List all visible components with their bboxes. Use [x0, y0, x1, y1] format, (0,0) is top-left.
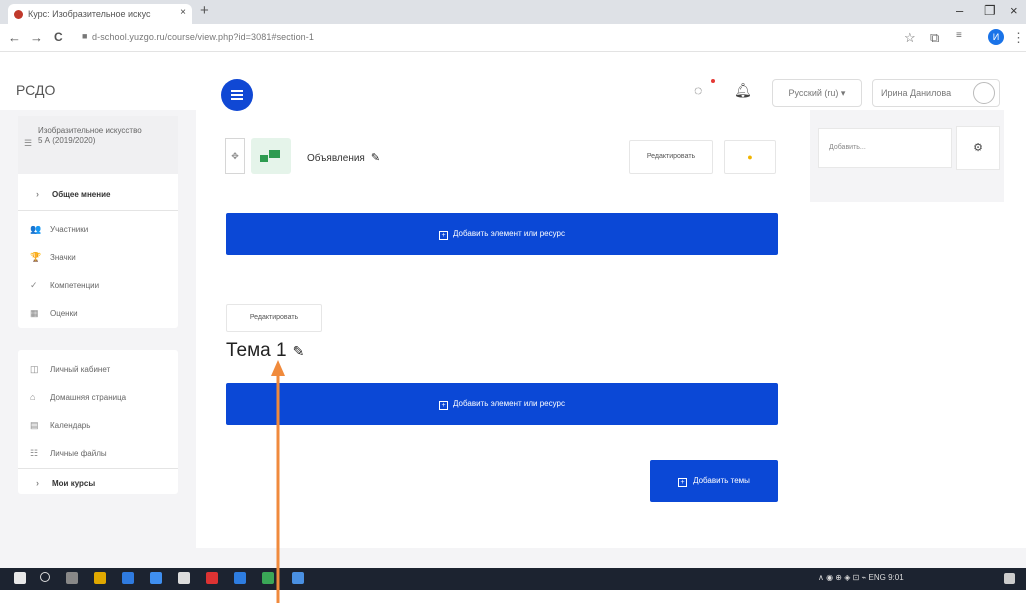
add-activity-button-topic1[interactable]: + Добавить элемент или ресурс [226, 383, 778, 425]
browser-profile-icon[interactable]: И [988, 29, 1004, 45]
plus-square-icon: + [678, 478, 688, 487]
minimize-icon[interactable]: – [956, 3, 963, 18]
course-nav-current[interactable]: ☰ Изобразительное искусство 5 А (2019/20… [18, 116, 178, 174]
site-favicon-icon [14, 10, 23, 19]
add-activity-button[interactable]: + Добавить элемент или ресурс [226, 213, 778, 255]
nav-drawer: ☰ Изобразительное искусство 5 А (2019/20… [0, 110, 196, 568]
reload-icon[interactable]: C [54, 30, 63, 44]
back-icon[interactable]: ← [8, 30, 21, 45]
file-explorer-icon[interactable] [94, 572, 106, 584]
taskbar-app-icon[interactable] [234, 572, 246, 584]
annotation-arrow [271, 360, 285, 603]
chevron-right-icon: › [36, 478, 39, 488]
drawer-toggle-button[interactable] [221, 79, 253, 111]
taskbar-app-icon[interactable] [206, 572, 218, 584]
add-block-panel: Добавить... ⚙ [810, 110, 1004, 202]
page-bottom [0, 590, 1026, 603]
taskbar-app-icon[interactable] [292, 572, 304, 584]
drawer-item-dashboard[interactable]: ◫ Личный кабинет [30, 364, 110, 375]
drawer-item-calendar[interactable]: ▤ Календарь [30, 420, 90, 431]
drawer-item-general[interactable]: › Общее мнение [36, 189, 110, 199]
gear-icon[interactable]: ⚙ [956, 126, 1000, 170]
drawer-item-my-courses[interactable]: › Мои курсы [36, 478, 95, 488]
move-handle-icon[interactable]: ✥ [225, 138, 245, 174]
edit-name-icon[interactable]: ✎ [371, 152, 380, 164]
drawer-item-grades[interactable]: ▦ Оценки [30, 308, 78, 319]
course-icon: ☰ [24, 138, 33, 148]
activity-row-announcements: ✥ Объявления ✎ Редактировать ● [225, 133, 777, 185]
site-nav-card: ◫ Личный кабинет ⌂ Домашняя страница ▤ Кале… [18, 350, 178, 494]
messages-icon[interactable]: ◌ [694, 82, 702, 98]
browser-tab-bar: Курс: Изобразительное искус × + – ❐ × [0, 0, 1026, 24]
chevron-right-icon: › [36, 189, 39, 199]
notifications-icon[interactable] [1004, 573, 1015, 584]
taskbar-app-icon[interactable] [122, 572, 134, 584]
address-bar: ← → C ■ d-school.yuzgo.ru/course/view.ph… [0, 24, 1026, 52]
new-tab-icon[interactable]: + [200, 2, 209, 19]
badges-icon: 🏆 [30, 252, 42, 262]
browser-menu-icon[interactable]: ⋮ [1012, 30, 1025, 46]
activity-edit-button[interactable]: Редактировать [629, 140, 713, 174]
course-nav-card: ☰ Изобразительное искусство 5 А (2019/20… [18, 116, 178, 328]
user-name: Ирина Данилова [881, 88, 952, 98]
calendar-icon: ▤ [30, 420, 39, 430]
edit-topic-icon[interactable]: ✎ [293, 343, 305, 359]
avatar [973, 82, 995, 104]
add-block-select[interactable]: Добавить... [818, 128, 952, 168]
tab-title: Курс: Изобразительное искус [28, 9, 151, 19]
browser-tab[interactable]: Курс: Изобразительное искус × [8, 4, 192, 24]
files-icon: ☷ [30, 448, 39, 458]
url-field[interactable]: d-school.yuzgo.ru/course/view.php?id=308… [92, 32, 314, 42]
page-footer [0, 548, 1026, 568]
language-menu[interactable]: Русский (ru) ▾ [772, 79, 862, 107]
task-view-icon[interactable] [66, 572, 78, 584]
competencies-icon: ✓ [30, 280, 38, 290]
search-icon[interactable] [40, 572, 50, 582]
os-taskbar: ∧ ◉ ⊕ ◈ ⊡ ⌁ ENG 9:01 [0, 568, 1026, 590]
extensions-icon[interactable]: ⧉ [930, 30, 939, 46]
taskbar-app-icon[interactable] [150, 572, 162, 584]
drawer-item-files[interactable]: ☷ Личные файлы [30, 448, 107, 459]
lock-icon: ■ [82, 31, 88, 41]
tab-close-icon[interactable]: × [180, 7, 186, 18]
forum-icon [251, 138, 291, 174]
drawer-item-badges[interactable]: 🏆 Значки [30, 252, 76, 263]
bookmark-star-icon[interactable]: ☆ [904, 30, 916, 46]
forward-icon[interactable]: → [30, 30, 43, 45]
course-name: Изобразительное искусство 5 А (2019/2020… [38, 126, 142, 145]
user-menu[interactable]: Ирина Данилова [872, 79, 1000, 107]
taskbar-app-icon[interactable] [178, 572, 190, 584]
drawer-item-competencies[interactable]: ✓ Компетенции [30, 280, 99, 291]
windows-start-icon[interactable] [14, 572, 26, 584]
drawer-item-home[interactable]: ⌂ Домашняя страница [30, 392, 126, 402]
reading-list-icon[interactable]: ≡ [956, 30, 962, 41]
dashboard-icon: ◫ [30, 364, 39, 374]
hamburger-icon [231, 90, 243, 92]
add-topics-button[interactable]: + Добавить темы [650, 460, 778, 502]
grades-icon: ▦ [30, 308, 39, 318]
annotation-arrow-head [271, 360, 285, 376]
participants-icon: 👥 [30, 224, 42, 234]
topic-edit-button[interactable]: Редактировать [226, 304, 322, 332]
bell-icon[interactable]: 🔔︎ [734, 82, 752, 99]
site-navbar: РСДО ◌ 🔔︎ Русский (ru) ▾ Ирина Данилова [0, 52, 1026, 111]
notification-dot [711, 79, 715, 83]
maximize-icon[interactable]: ❐ [984, 3, 996, 19]
plus-square-icon: + [439, 401, 449, 410]
divider [18, 468, 178, 469]
topic-title: Тема 1 ✎ [226, 340, 305, 361]
divider [18, 210, 178, 211]
plus-square-icon: + [439, 231, 449, 240]
system-tray[interactable]: ∧ ◉ ⊕ ◈ ⊡ ⌁ ENG 9:01 [818, 573, 904, 582]
drawer-item-participants[interactable]: 👥 Участники [30, 224, 88, 235]
activity-name[interactable]: Объявления ✎ [307, 151, 380, 164]
close-window-icon[interactable]: × [1010, 3, 1018, 18]
home-icon: ⌂ [30, 392, 36, 402]
site-brand[interactable]: РСДО [16, 82, 55, 98]
activity-highlight-icon[interactable]: ● [724, 140, 776, 174]
